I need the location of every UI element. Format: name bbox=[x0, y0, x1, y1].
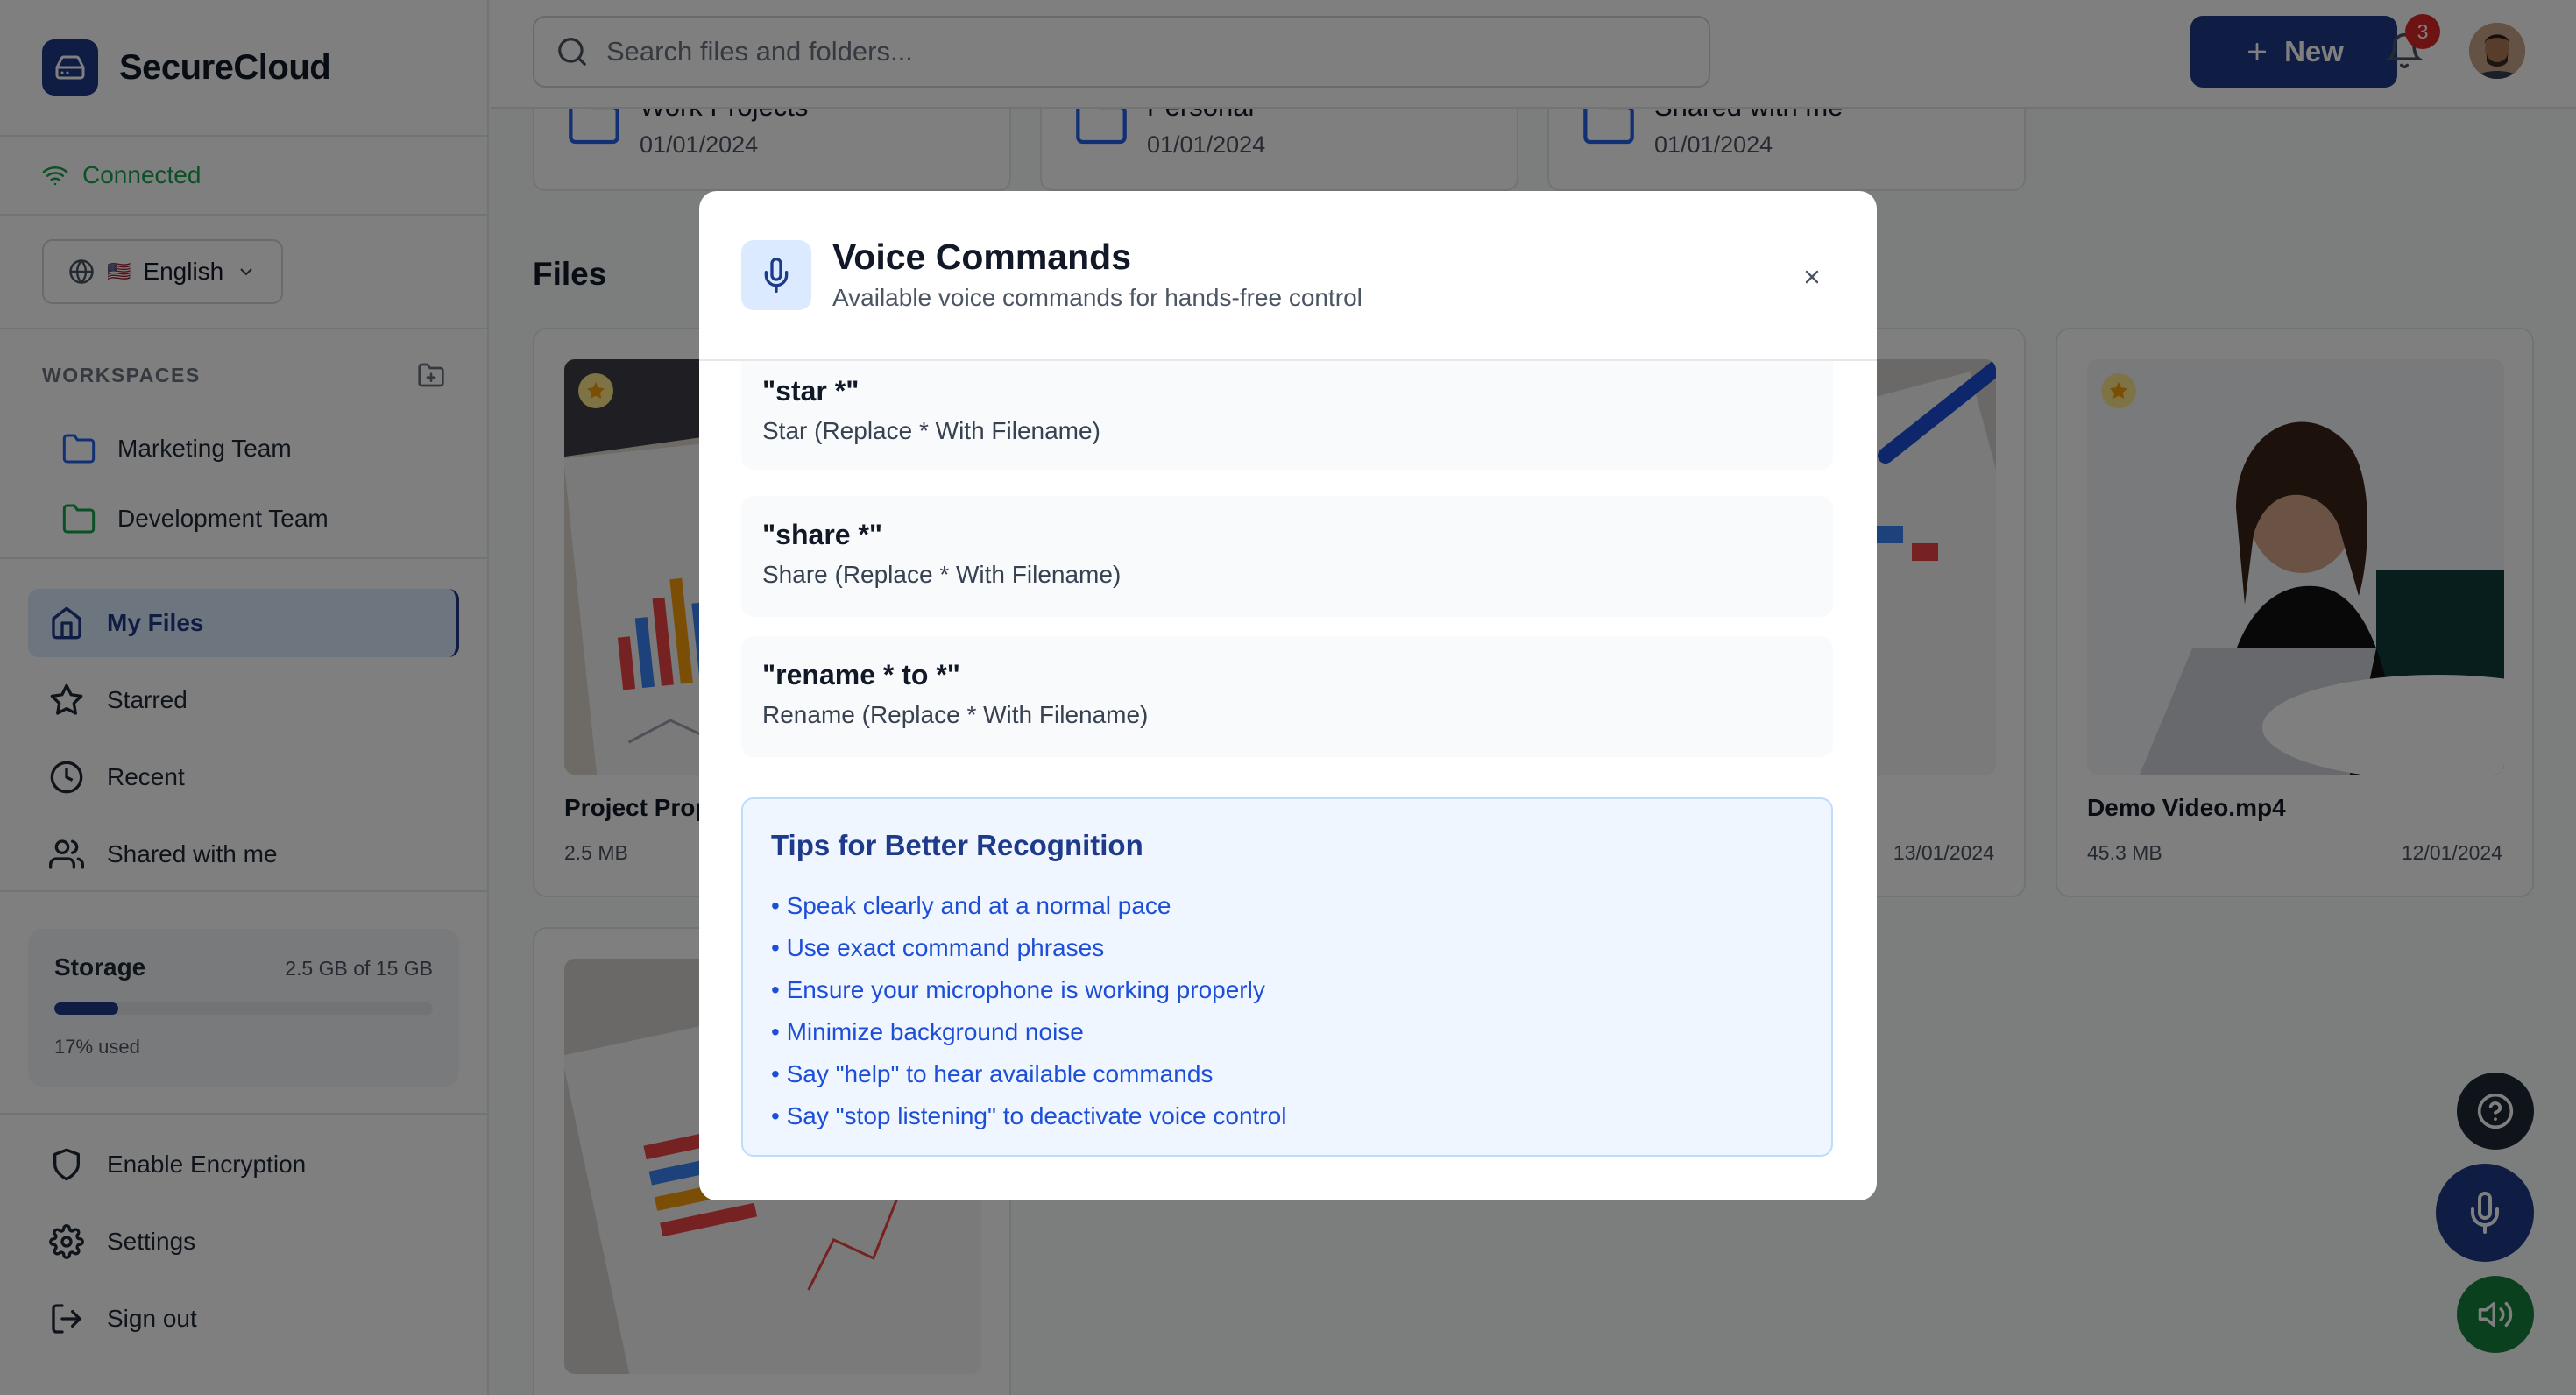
modal-header: Voice Commands Available voice commands … bbox=[699, 191, 1877, 361]
command-phrase: "rename * to *" bbox=[762, 659, 960, 690]
tip-item: • Speak clearly and at a normal pace bbox=[771, 892, 1171, 919]
tip-item: • Say "help" to hear available commands bbox=[771, 1060, 1214, 1087]
close-icon[interactable] bbox=[1796, 261, 1828, 293]
command-item: "share *" Share (Replace * With Filename… bbox=[741, 496, 1833, 617]
tip-item: • Minimize background noise bbox=[771, 1018, 1084, 1045]
tip-item: • Use exact command phrases bbox=[771, 934, 1105, 961]
command-item: "rename * to *" Rename (Replace * With F… bbox=[741, 636, 1833, 757]
tips-title: Tips for Better Recognition bbox=[771, 829, 1143, 861]
modal-title: Voice Commands bbox=[832, 237, 1131, 277]
command-phrase: "star *" bbox=[762, 375, 860, 407]
command-item: "star *" Star (Replace * With Filename) bbox=[741, 361, 1833, 470]
command-description: Star (Replace * With Filename) bbox=[762, 417, 1100, 444]
tips-panel: Tips for Better Recognition • Speak clea… bbox=[741, 797, 1833, 1157]
tip-item: • Say "stop listening" to deactivate voi… bbox=[771, 1102, 1287, 1129]
command-phrase: "share *" bbox=[762, 519, 883, 550]
modal-subtitle: Available voice commands for hands-free … bbox=[832, 284, 1362, 311]
voice-commands-modal: Voice Commands Available voice commands … bbox=[699, 191, 1877, 1200]
command-description: Rename (Replace * With Filename) bbox=[762, 701, 1149, 728]
microphone-icon bbox=[741, 240, 811, 310]
command-description: Share (Replace * With Filename) bbox=[762, 561, 1122, 588]
tip-item: • Ensure your microphone is working prop… bbox=[771, 976, 1265, 1003]
